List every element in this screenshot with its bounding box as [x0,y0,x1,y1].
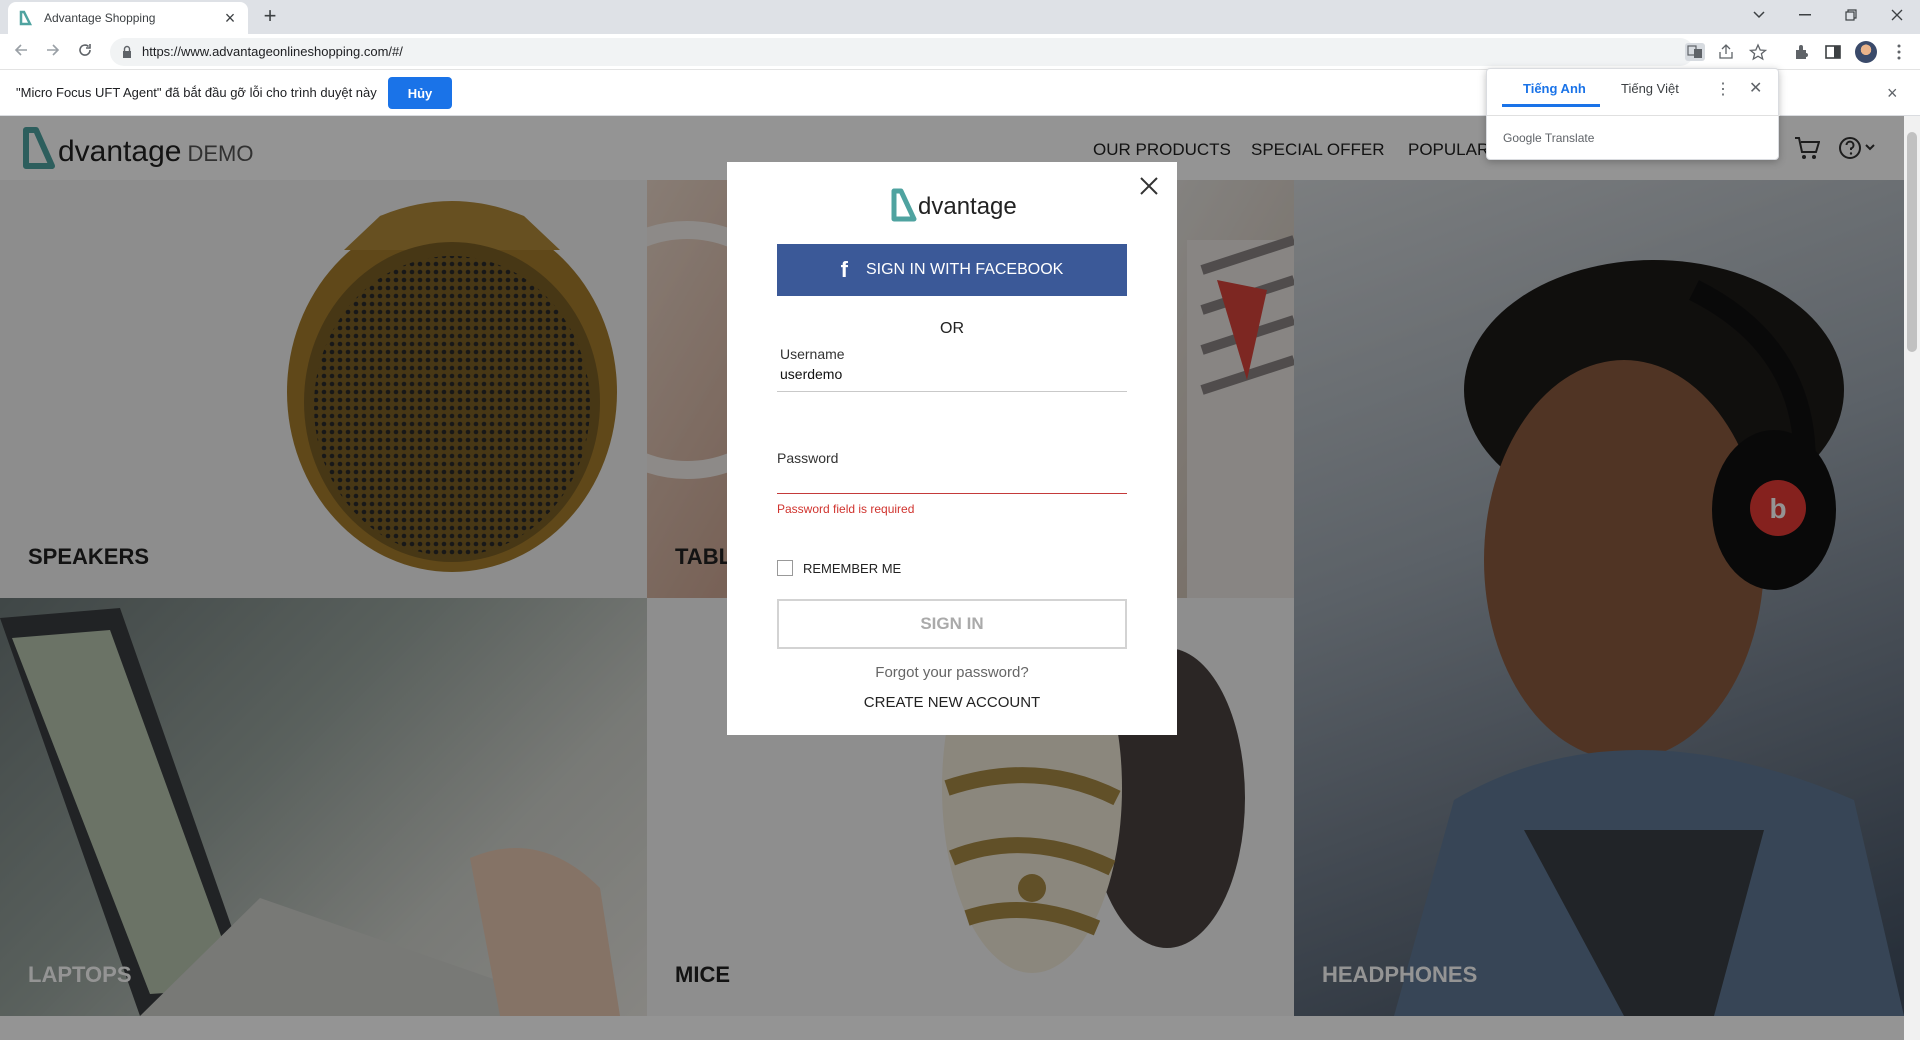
brand-translate: Translate [1544,131,1595,145]
modal-logo: dvantage [891,188,1017,222]
login-modal: dvantage f SIGN IN WITH FACEBOOK OR User… [727,162,1177,735]
web-page: dvantage DEMO OUR PRODUCTS SPECIAL OFFER… [0,116,1904,1040]
translate-more-icon[interactable]: ⋮ [1715,79,1731,99]
or-divider: OR [940,320,964,337]
browser-tab[interactable]: Advantage Shopping × [8,2,248,34]
translate-popup: Tiếng Anh Tiếng Việt ⋮ ✕ Google Translat… [1486,68,1780,160]
new-tab-button[interactable]: + [258,5,282,29]
browser-tabstrip: Advantage Shopping × + [0,0,1920,34]
extensions-icon[interactable] [1793,43,1811,61]
window-close-icon[interactable] [1874,0,1920,30]
remember-me[interactable]: REMEMBER ME [777,560,901,576]
bookmark-star-icon[interactable] [1748,43,1768,61]
active-tab-indicator [1502,104,1600,107]
cancel-debugging-button[interactable]: Hủy [388,77,452,109]
remember-me-label: REMEMBER ME [803,560,902,576]
forward-icon[interactable] [42,41,64,63]
infobar-message: "Micro Focus UFT Agent" đã bắt đầu gỡ lỗ… [16,85,377,100]
facebook-signin-label: SIGN IN WITH FACEBOOK [865,261,1064,278]
google-translate-brand: Google Translate [1503,131,1594,145]
modal-logo-word: dvantage [918,193,1017,220]
address-bar[interactable]: https://www.advantageonlineshopping.com/… [110,38,1768,66]
translate-source-tab[interactable]: Tiếng Anh [1523,81,1586,96]
username-field[interactable]: Username userdemo [777,346,1127,392]
side-panel-icon[interactable] [1824,43,1842,61]
modal-close-icon[interactable] [1137,174,1161,198]
back-icon[interactable] [10,41,32,63]
tab-title: Advantage Shopping [44,11,156,25]
minimize-icon[interactable] [1782,0,1828,30]
password-error: Password field is required [777,502,915,516]
url-text: https://www.advantageonlineshopping.com/… [142,44,403,59]
reload-icon[interactable] [74,41,96,63]
translate-icon[interactable] [1685,43,1705,61]
advantage-logo-icon [891,188,917,222]
popup-divider [1487,115,1780,116]
advantage-favicon-icon [19,10,33,26]
restore-icon[interactable] [1828,0,1874,30]
profile-avatar[interactable] [1855,41,1877,63]
facebook-signin-button[interactable]: f SIGN IN WITH FACEBOOK [777,244,1127,296]
signin-button[interactable]: SIGN IN [777,599,1127,649]
facebook-icon: f [840,257,848,282]
browser-menu-icon[interactable] [1890,43,1908,61]
brand-google: Google [1503,131,1542,145]
create-account-link[interactable]: CREATE NEW ACCOUNT [727,694,1177,711]
translate-close-icon[interactable]: ✕ [1749,78,1762,98]
username-label: Username [780,346,845,362]
scrollbar-thumb[interactable] [1907,132,1917,352]
infobar-close-icon[interactable]: × [1887,83,1898,104]
lock-icon [123,45,131,58]
username-value[interactable]: userdemo [780,366,1127,382]
tab-search-icon[interactable] [1736,0,1782,30]
share-icon[interactable] [1716,43,1736,61]
browser-toolbar: https://www.advantageonlineshopping.com/… [0,34,1920,70]
tab-close-icon[interactable]: × [222,9,238,27]
forgot-password-link[interactable]: Forgot your password? [727,664,1177,681]
password-label: Password [777,450,839,466]
translate-target-tab[interactable]: Tiếng Việt [1621,81,1679,96]
password-field[interactable]: Password [777,444,1127,494]
remember-me-checkbox[interactable] [777,560,793,576]
page-scrollbar[interactable] [1904,116,1920,1040]
